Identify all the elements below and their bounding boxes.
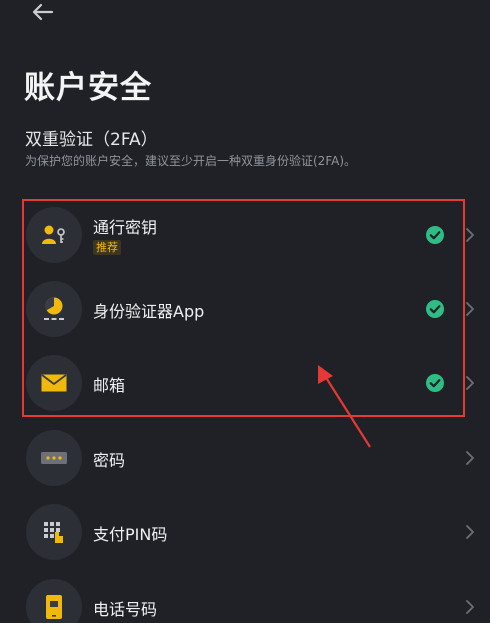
list-item-email[interactable]: 邮箱 xyxy=(0,348,490,418)
list-item-label: 邮箱 xyxy=(93,376,126,395)
icon-container xyxy=(26,207,82,263)
icon-container xyxy=(26,504,82,560)
icon-container xyxy=(26,355,82,411)
list-item-label: 支付PIN码 xyxy=(93,525,168,544)
list-item-label: 身份验证器App xyxy=(93,302,205,321)
chevron-right-icon xyxy=(466,228,474,242)
password-icon xyxy=(41,452,67,464)
icon-container xyxy=(26,579,82,623)
passkey-icon xyxy=(42,225,65,244)
chevron-right-icon xyxy=(466,451,474,465)
list-item-label: 通行密钥 xyxy=(93,218,158,237)
list-item-label: 电话号码 xyxy=(93,600,158,619)
phone-icon xyxy=(46,595,62,619)
email-icon xyxy=(41,374,67,392)
page-title: 账户安全 xyxy=(24,70,152,106)
authenticator-icon xyxy=(44,297,64,320)
icon-container xyxy=(26,281,82,337)
recommended-badge: 推荐 xyxy=(93,240,121,255)
section-title-2fa: 双重验证（2FA） xyxy=(25,130,158,150)
chevron-right-icon xyxy=(466,600,474,614)
chevron-right-icon xyxy=(466,376,474,390)
list-item-passkey[interactable]: 通行密钥 推荐 xyxy=(0,200,490,270)
section-description-2fa: 为保护您的账户安全，建议至少开启一种双重身份验证(2FA)。 xyxy=(25,154,357,168)
account-security-page: 账户安全 双重验证（2FA） 为保护您的账户安全，建议至少开启一种双重身份验证(… xyxy=(0,0,490,623)
list-item-authenticator-app[interactable]: 身份验证器App xyxy=(0,274,490,344)
list-item-password[interactable]: 密码 xyxy=(0,423,490,493)
check-circle-icon xyxy=(426,226,444,244)
check-circle-icon xyxy=(426,374,444,392)
chevron-right-icon xyxy=(466,302,474,316)
icon-container xyxy=(26,430,82,486)
list-item-label: 密码 xyxy=(93,451,126,470)
check-circle-icon xyxy=(426,300,444,318)
list-item-payment-pin[interactable]: 支付PIN码 xyxy=(0,497,490,567)
pin-keypad-icon xyxy=(44,522,63,543)
arrow-left-icon xyxy=(32,3,54,21)
list-item-phone[interactable]: 电话号码 xyxy=(0,572,490,623)
back-button[interactable] xyxy=(28,0,56,24)
chevron-right-icon xyxy=(466,525,474,539)
